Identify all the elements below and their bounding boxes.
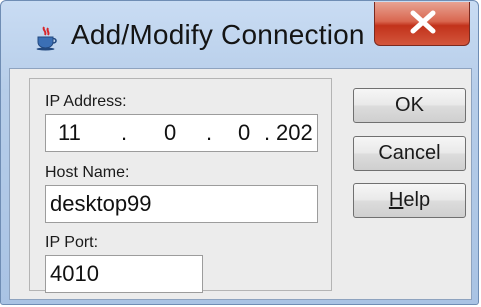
- host-name-field[interactable]: desktop99: [45, 185, 318, 223]
- window-title: Add/Modify Connection: [71, 19, 365, 50]
- ip-port-field[interactable]: 4010: [45, 255, 203, 293]
- java-cup-icon: [33, 25, 59, 51]
- ip-octet-3[interactable]: 0: [238, 115, 250, 151]
- ip-separator: .: [264, 120, 271, 145]
- ip-separator: .: [121, 120, 128, 145]
- close-x-icon: [410, 10, 436, 34]
- help-button[interactable]: Help: [353, 183, 466, 218]
- ip-octet-4[interactable]: 202: [276, 115, 313, 151]
- ip-address-field[interactable]: 11 . 0 . 0 . 202: [45, 114, 318, 152]
- ip-separator: .: [206, 120, 213, 145]
- ip-octet-2[interactable]: 0: [164, 115, 176, 151]
- cancel-button[interactable]: Cancel: [353, 136, 466, 171]
- connection-fields-group: IP Address: 11 . 0 . 0 . 202 Host Name: …: [29, 78, 332, 293]
- host-name-label: Host Name:: [45, 164, 130, 181]
- close-button[interactable]: [374, 2, 470, 46]
- title-bar[interactable]: Add/Modify Connection: [1, 1, 478, 67]
- ip-octet-1[interactable]: 11: [58, 115, 81, 151]
- ip-address-label: IP Address:: [45, 93, 127, 110]
- ip-port-label: IP Port:: [45, 234, 99, 251]
- dialog-window: Add/Modify Connection IP Address: 11 . 0…: [0, 0, 479, 305]
- help-mnemonic: H: [388, 189, 404, 211]
- dialog-body: IP Address: 11 . 0 . 0 . 202 Host Name: …: [9, 68, 472, 300]
- ok-button[interactable]: OK: [353, 88, 466, 123]
- help-label-rest: elp: [403, 189, 431, 211]
